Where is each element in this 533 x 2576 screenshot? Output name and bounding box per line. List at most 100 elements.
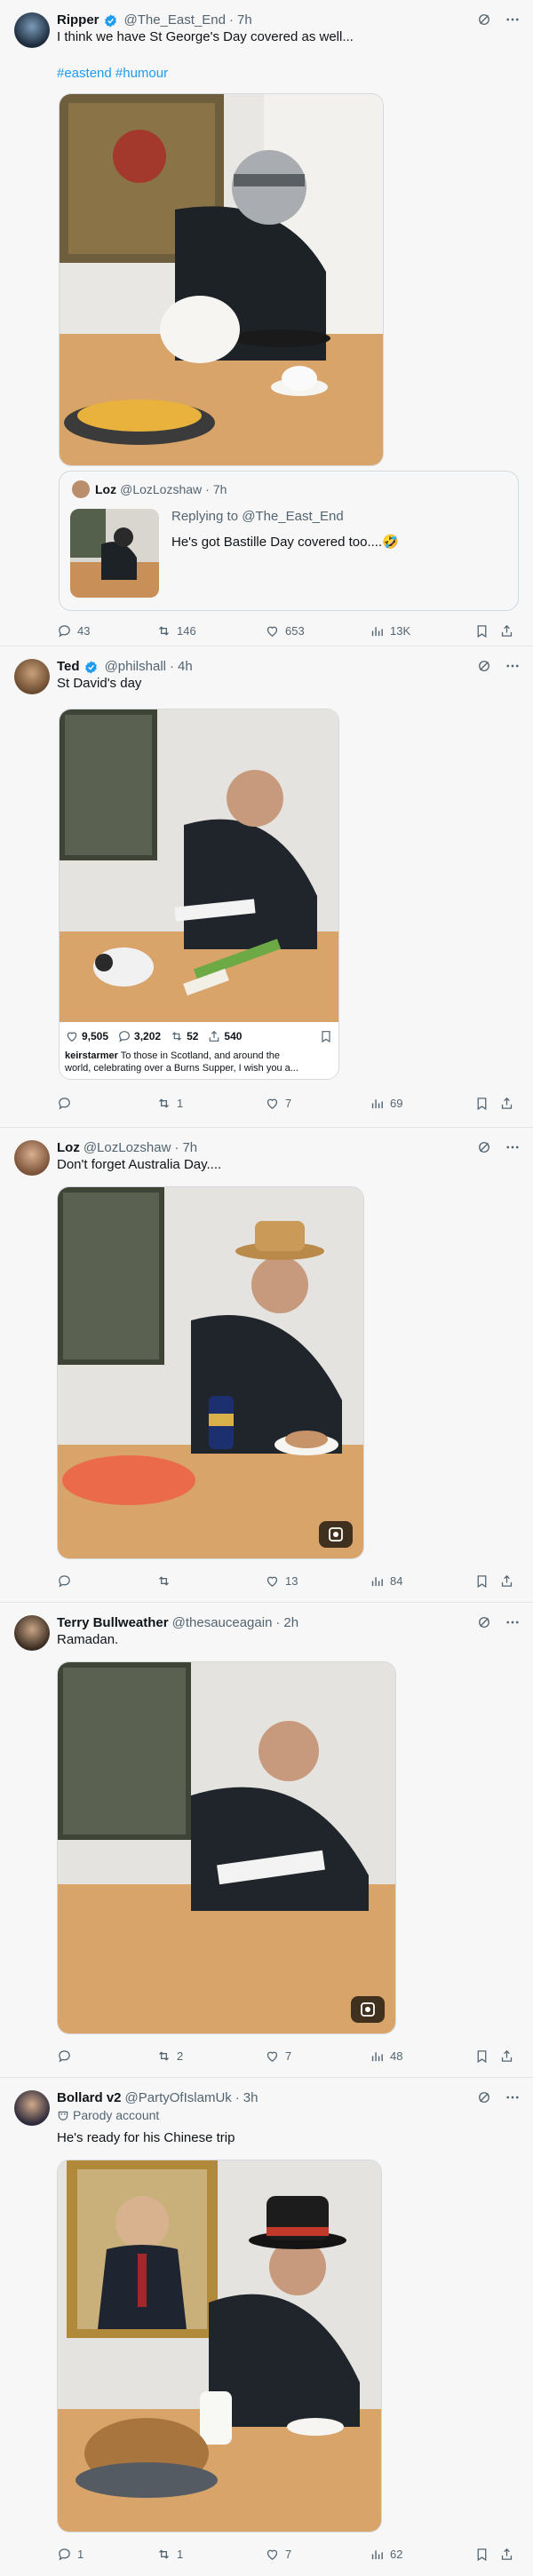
- repost-button[interactable]: [156, 1572, 177, 1589]
- handle[interactable]: @philshall: [105, 658, 166, 676]
- views-button[interactable]: 84: [370, 1572, 402, 1589]
- embed-send[interactable]: 540: [207, 1029, 242, 1043]
- like-button[interactable]: 7: [265, 2047, 291, 2065]
- reply-button[interactable]: [57, 1094, 77, 1112]
- media-edit-button[interactable]: [351, 1996, 385, 2023]
- views-button[interactable]: 69: [370, 1094, 402, 1112]
- quote-avatar[interactable]: [72, 480, 90, 498]
- like-button[interactable]: 7: [265, 2545, 291, 2563]
- bookmark-button[interactable]: [474, 622, 489, 639]
- avatar[interactable]: [14, 1615, 50, 1651]
- quote-handle[interactable]: @LozLozshaw: [120, 482, 202, 496]
- handle[interactable]: @PartyOfIslamUk: [125, 2089, 232, 2107]
- grok-icon[interactable]: [476, 658, 492, 674]
- like-button[interactable]: 13: [265, 1572, 298, 1589]
- more-icon[interactable]: [505, 2089, 521, 2105]
- reply-button[interactable]: 43: [57, 622, 90, 639]
- verified-icon: [84, 660, 99, 675]
- timestamp[interactable]: 2h: [283, 1614, 298, 1632]
- bookmark-button[interactable]: [474, 2545, 489, 2563]
- tweet-image[interactable]: [57, 1186, 364, 1559]
- grok-icon[interactable]: [476, 12, 492, 28]
- separator-dot: ·: [228, 12, 234, 28]
- more-icon[interactable]: [505, 1614, 521, 1630]
- quote-display-name[interactable]: Loz: [95, 482, 116, 496]
- hashtags[interactable]: #eastend #humour: [57, 65, 515, 83]
- display-name[interactable]: Ripper: [57, 12, 99, 29]
- grok-icon[interactable]: [476, 2089, 492, 2105]
- display-name[interactable]: Loz: [57, 1139, 80, 1157]
- more-icon[interactable]: [505, 1139, 521, 1155]
- avatar[interactable]: [14, 1140, 50, 1176]
- avatar[interactable]: [14, 2090, 50, 2126]
- reply-button[interactable]: [57, 1572, 77, 1589]
- embed-comment-count: 3,202: [134, 1030, 162, 1042]
- bookmark-icon[interactable]: [319, 1029, 333, 1043]
- quote-timestamp[interactable]: 7h: [213, 482, 227, 496]
- timestamp[interactable]: 4h: [178, 658, 193, 676]
- handle[interactable]: @LozLozshaw: [84, 1139, 171, 1157]
- tweet[interactable]: Ripper @The_East_End · 7h I think we hav…: [0, 0, 533, 646]
- repost-button[interactable]: 2: [156, 2047, 183, 2065]
- bookmark-button[interactable]: [474, 2047, 489, 2065]
- repost-icon: [156, 1573, 171, 1589]
- handle[interactable]: @thesauceagain: [172, 1614, 273, 1632]
- reply-button[interactable]: [57, 2047, 77, 2065]
- tweet-header: Bollard v2 @PartyOfIslamUk · 3h: [57, 2089, 521, 2108]
- bookmark-button[interactable]: [474, 1094, 489, 1112]
- repost-button[interactable]: 1: [156, 1094, 183, 1112]
- views-button[interactable]: 48: [370, 2047, 402, 2065]
- share-button[interactable]: [499, 2047, 514, 2065]
- like-icon: [265, 2547, 280, 2562]
- avatar[interactable]: [14, 12, 50, 48]
- grok-icon[interactable]: [476, 1139, 492, 1155]
- views-button[interactable]: 13K: [370, 622, 410, 639]
- quoted-tweet[interactable]: Loz @LozLozshaw · 7h Replying to @The_Ea…: [59, 471, 519, 611]
- tweet-image[interactable]: [57, 2160, 382, 2532]
- tweet-text: Ramadan.: [57, 1632, 119, 1647]
- embed-comment[interactable]: 3,202: [117, 1029, 161, 1043]
- caption-text: To those in Scotland, and around the: [117, 1050, 280, 1061]
- views-button[interactable]: 62: [370, 2545, 402, 2563]
- reply-button[interactable]: 1: [57, 2545, 84, 2563]
- share-button[interactable]: [499, 622, 514, 639]
- share-button[interactable]: [499, 2545, 514, 2563]
- embed-repost[interactable]: 52: [170, 1029, 198, 1043]
- tweet-image[interactable]: [57, 1661, 396, 2034]
- display-name[interactable]: Terry Bullweather: [57, 1614, 169, 1632]
- timestamp[interactable]: 7h: [237, 12, 252, 29]
- repost-button[interactable]: 146: [156, 622, 196, 639]
- tweet[interactable]: Bollard v2 @PartyOfIslamUk · 3h Parody a…: [0, 2078, 533, 2576]
- display-name[interactable]: Ted: [57, 658, 80, 676]
- tweet[interactable]: Loz @LozLozshaw · 7h Don't forget Austra…: [0, 1128, 533, 1603]
- tweet[interactable]: Terry Bullweather @thesauceagain · 2h Ra…: [0, 1603, 533, 2078]
- repost-count: 146: [177, 623, 196, 638]
- embedded-post-bar[interactable]: 9,505 3,202 52 540 keirstarmer To those …: [60, 1022, 338, 1079]
- more-icon[interactable]: [505, 12, 521, 28]
- parody-label: Parody account: [57, 2108, 159, 2122]
- like-button[interactable]: 7: [265, 1094, 291, 1112]
- more-icon[interactable]: [505, 658, 521, 674]
- bookmark-icon: [474, 1096, 489, 1111]
- repost-button[interactable]: 1: [156, 2545, 183, 2563]
- tweet-image[interactable]: [59, 93, 384, 466]
- replying-to[interactable]: Replying to @The_East_End: [171, 509, 344, 524]
- tweet[interactable]: Ted @philshall · 4h St David's day 9,505: [0, 646, 533, 1128]
- tweet-image[interactable]: 9,505 3,202 52 540 keirstarmer To those …: [59, 709, 339, 1080]
- grok-icon[interactable]: [476, 1614, 492, 1630]
- like-count: 653: [285, 623, 305, 638]
- share-button[interactable]: [499, 1572, 514, 1589]
- display-name[interactable]: Bollard v2: [57, 2089, 122, 2107]
- embed-like[interactable]: 9,505: [65, 1029, 108, 1043]
- media-edit-button[interactable]: [319, 1521, 353, 1548]
- quote-thumbnail[interactable]: [70, 509, 159, 598]
- bookmark-button[interactable]: [474, 1572, 489, 1589]
- avatar[interactable]: [14, 659, 50, 694]
- timestamp[interactable]: 3h: [243, 2089, 259, 2107]
- timestamp[interactable]: 7h: [182, 1139, 197, 1157]
- share-button[interactable]: [499, 1094, 514, 1112]
- separator-dot: ·: [275, 1615, 281, 1630]
- like-button[interactable]: 653: [265, 622, 305, 639]
- caption-user[interactable]: keirstarmer: [65, 1050, 118, 1061]
- handle[interactable]: @The_East_End: [124, 12, 226, 29]
